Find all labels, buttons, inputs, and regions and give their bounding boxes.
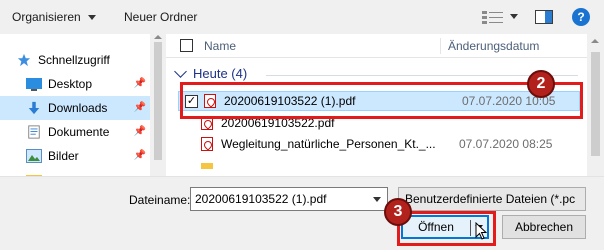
highlight-button-annotation <box>397 211 496 246</box>
downloads-folder-icon <box>28 101 40 115</box>
nav-scrollbar[interactable] <box>150 34 166 176</box>
column-name[interactable]: Name <box>204 39 236 53</box>
desktop-folder-icon <box>26 78 42 91</box>
file-row[interactable]: Wegleitung_natürliche_Personen_Kt._... 0… <box>176 134 576 154</box>
chevron-down-icon <box>87 14 96 20</box>
column-header: Name Änderungsdatum <box>166 34 604 58</box>
folder-icon <box>201 163 213 169</box>
navigation-pane: Schnellzugriff Desktop 📌 Downloads 📌 Dok… <box>0 34 166 176</box>
nav-item-label: Schnellzugriff <box>38 53 110 67</box>
pin-icon: 📌 <box>133 102 146 113</box>
nav-scroll-thumb[interactable] <box>154 42 162 160</box>
filetype-select[interactable]: Benutzerdefinierte Dateien (*.pc <box>398 187 586 211</box>
pin-icon: 📌 <box>133 78 146 89</box>
filetype-value: Benutzerdefinierte Dateien (*.pc <box>405 192 576 206</box>
nav-item-documents[interactable]: Dokumente 📌 <box>26 120 150 144</box>
column-date[interactable]: Änderungsdatum <box>448 39 539 53</box>
organize-button[interactable]: Organisieren <box>12 0 96 34</box>
pictures-folder-icon <box>26 149 42 163</box>
documents-folder-icon <box>28 125 40 139</box>
nav-item-label: Desktop <box>48 77 93 91</box>
step-badge: 2 <box>527 70 555 98</box>
help-icon[interactable]: ? <box>572 8 590 26</box>
organize-label: Organisieren <box>12 10 81 24</box>
cancel-label: Abbrechen <box>514 220 574 234</box>
nav-item-quick-access[interactable]: Schnellzugriff <box>16 48 150 72</box>
nav-item-partial[interactable] <box>26 168 150 176</box>
group-header[interactable]: Heute (4) <box>174 65 248 81</box>
file-list-scrollbar[interactable] <box>587 34 604 176</box>
toolbar: Organisieren Neuer Ordner ? <box>0 0 604 34</box>
file-name: Wegleitung_natürliche_Personen_Kt._... <box>221 137 436 151</box>
cancel-button[interactable]: Abbrechen <box>502 215 586 239</box>
chevron-down-icon <box>174 65 187 78</box>
group-label: Heute (4) <box>193 66 248 81</box>
column-separator[interactable] <box>440 38 441 54</box>
file-date: 07.07.2020 08:25 <box>459 137 553 151</box>
scroll-up-icon[interactable] <box>591 39 599 43</box>
pdf-file-icon <box>201 137 213 151</box>
chevron-down-icon[interactable] <box>373 197 381 202</box>
filename-label: Dateiname: <box>129 193 191 207</box>
new-folder-button[interactable]: Neuer Ordner <box>124 0 197 34</box>
pin-icon: 📌 <box>133 126 146 137</box>
highlight-row-annotation <box>180 82 583 119</box>
nav-item-downloads[interactable]: Downloads 📌 <box>0 96 150 120</box>
file-list-scroll-thumb[interactable] <box>591 52 600 156</box>
preview-pane-icon[interactable] <box>535 8 553 26</box>
select-all-checkbox[interactable] <box>180 39 193 52</box>
filename-value: 20200619103522 (1).pdf <box>195 192 327 206</box>
pin-icon: 📌 <box>133 150 146 161</box>
nav-item-label: Downloads <box>48 101 108 115</box>
nav-item-desktop[interactable]: Desktop 📌 <box>26 72 150 96</box>
nav-item-label: Bilder <box>48 149 79 163</box>
nav-item-label: Dokumente <box>48 125 110 139</box>
step-badge: 3 <box>384 198 412 226</box>
nav-item-pictures[interactable]: Bilder 📌 <box>26 144 150 168</box>
file-row[interactable] <box>176 156 576 176</box>
view-dropdown-icon[interactable] <box>510 14 518 19</box>
star-icon <box>17 53 31 67</box>
new-folder-label: Neuer Ordner <box>124 10 198 24</box>
view-options-icon[interactable] <box>481 8 505 26</box>
scroll-up-icon[interactable] <box>154 35 162 39</box>
filename-input[interactable]: 20200619103522 (1).pdf <box>190 187 388 211</box>
